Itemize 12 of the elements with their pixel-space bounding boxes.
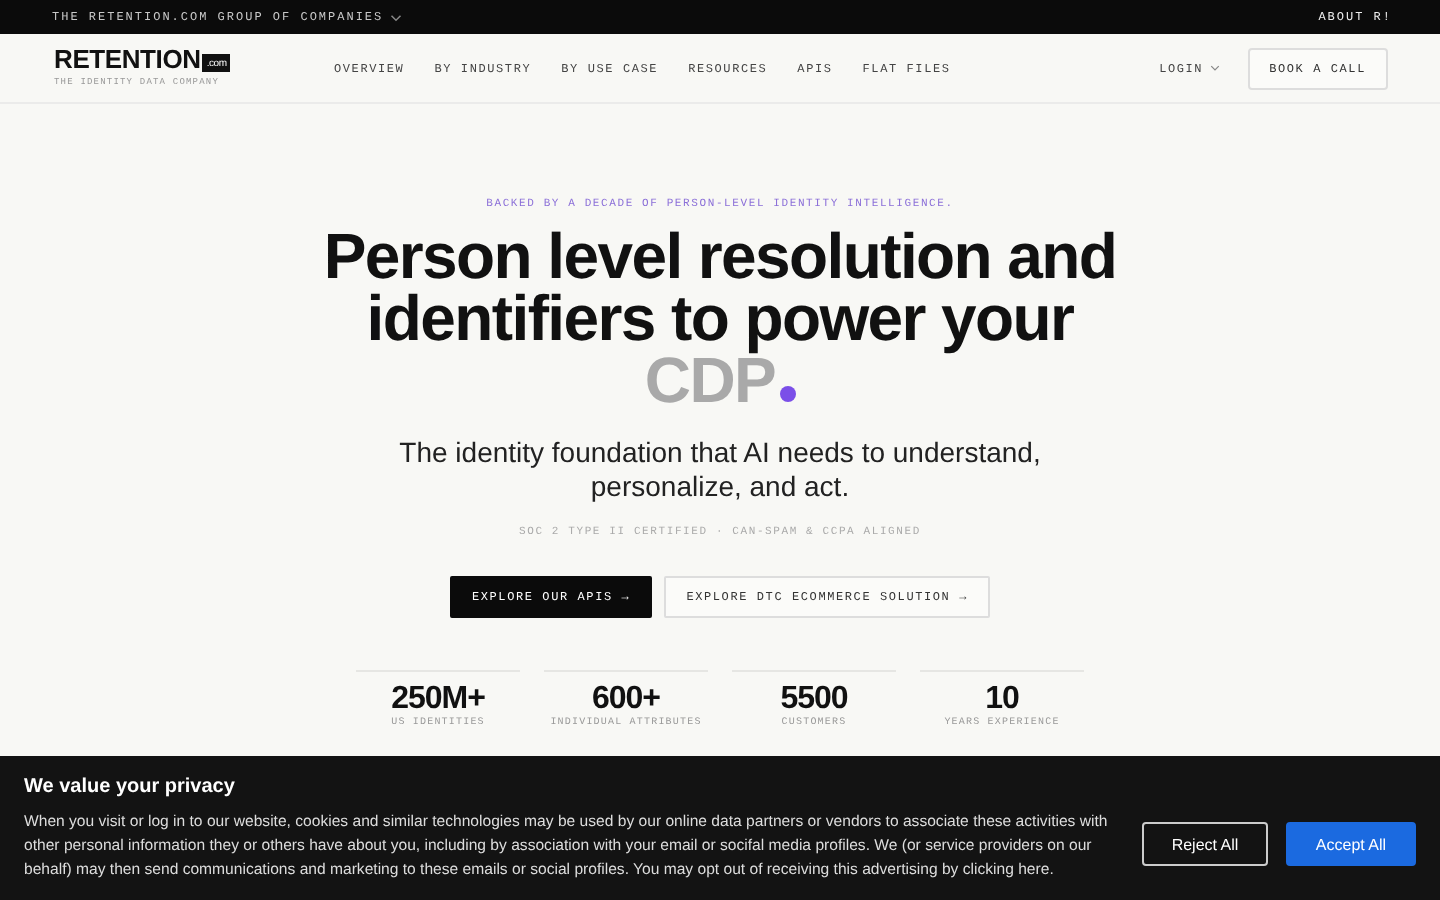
stat-value: 10 bbox=[985, 682, 1019, 716]
accept-all-button[interactable]: Accept All bbox=[1286, 822, 1416, 866]
stat-value: 5500 bbox=[780, 682, 848, 716]
chevron-down-icon bbox=[1209, 64, 1220, 72]
reject-all-button[interactable]: Reject All bbox=[1142, 822, 1268, 866]
dot-icon bbox=[779, 386, 796, 402]
cookie-title: We value your privacy bbox=[24, 775, 237, 797]
stat-value: 600+ bbox=[591, 682, 661, 716]
subtitle: The identity foundation that AI needs to understand, personalize, and act. bbox=[397, 436, 1043, 504]
chevron-down-icon bbox=[389, 13, 402, 21]
stat-value: 250M+ bbox=[391, 682, 485, 716]
headline: Person level resolution and identifiers to power your bbox=[321, 226, 1119, 350]
